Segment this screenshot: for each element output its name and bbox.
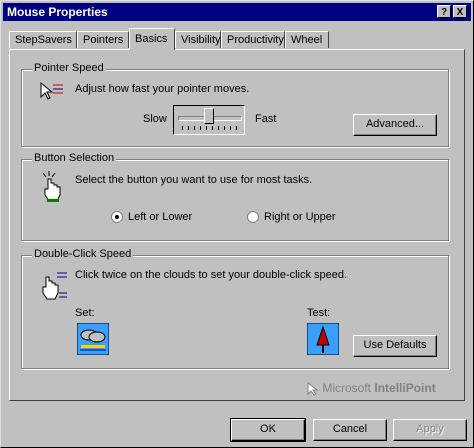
button-selection-description: Select the button you want to use for mo… — [75, 174, 313, 186]
tab-wheel[interactable]: Wheel — [285, 31, 329, 48]
help-button[interactable]: ? — [437, 5, 451, 18]
tab-stepsavers[interactable]: StepSavers — [9, 31, 77, 48]
tab-pointers[interactable]: Pointers — [77, 31, 129, 48]
logo-text-microsoft: Microsoft — [322, 381, 375, 395]
right-or-upper-label[interactable]: Right or Upper — [264, 211, 336, 223]
tab-visibility[interactable]: Visibility — [175, 31, 221, 48]
hand-click-icon — [42, 171, 61, 202]
use-defaults-button[interactable]: Use Defaults — [353, 335, 437, 357]
double-click-hand-icon — [42, 272, 67, 300]
pointer-speed-slider[interactable] — [173, 105, 245, 135]
set-label: Set: — [75, 307, 95, 319]
double-click-description: Click twice on the clouds to set your do… — [75, 269, 348, 281]
tab-basics[interactable]: Basics — [129, 28, 175, 50]
left-or-lower-radio[interactable] — [111, 211, 123, 223]
arrow-cursor-icon — [307, 381, 319, 396]
slider-thumb[interactable] — [204, 108, 214, 124]
left-or-lower-label[interactable]: Left or Lower — [128, 211, 192, 223]
double-click-legend: Double-Click Speed — [32, 248, 134, 260]
pointer-speed-legend: Pointer Speed — [32, 62, 106, 74]
slow-label: Slow — [143, 113, 167, 125]
test-label: Test: — [307, 307, 331, 319]
apply-button[interactable]: Apply — [393, 419, 467, 441]
button-selection-legend: Button Selection — [32, 152, 117, 164]
ok-button[interactable]: OK — [230, 418, 306, 442]
title-bar[interactable]: Mouse Properties ? X — [3, 3, 471, 21]
intellipoint-logo: Microsoft IntelliPoint — [307, 381, 436, 396]
pointer-speed-icon — [40, 81, 63, 100]
button-selection-group: Button Selection — [21, 152, 449, 241]
pointer-speed-description: Adjust how fast your pointer moves. — [75, 83, 250, 95]
logo-text-intellipoint: IntelliPoint — [374, 381, 436, 395]
close-button[interactable]: X — [453, 5, 467, 18]
umbrella-icon[interactable] — [307, 323, 339, 355]
fast-label: Fast — [255, 113, 277, 125]
right-or-upper-radio[interactable] — [247, 211, 259, 223]
mouse-properties-dialog: Mouse Properties ? X StepSavers Pointers… — [0, 0, 474, 448]
cloud-icon[interactable] — [77, 323, 109, 355]
cancel-button[interactable]: Cancel — [313, 419, 387, 441]
advanced-button[interactable]: Advanced... — [353, 114, 437, 136]
slider-ticks — [182, 126, 240, 130]
window-title: Mouse Properties — [7, 5, 108, 19]
tab-productivity[interactable]: Productivity — [221, 31, 285, 48]
